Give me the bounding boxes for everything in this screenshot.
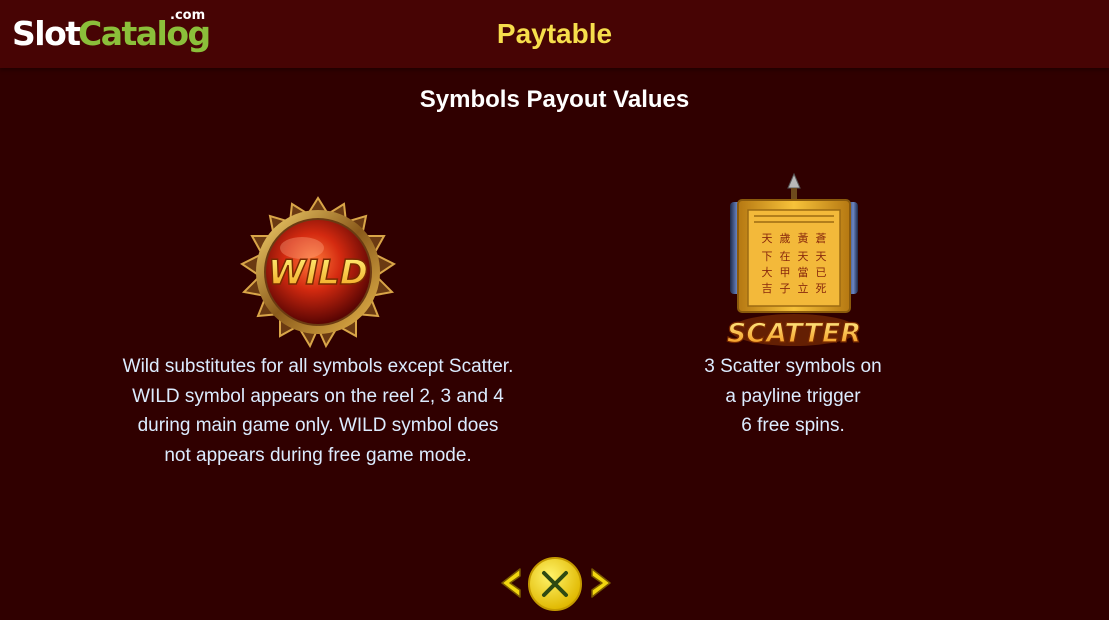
scatter-description-line: 3 Scatter symbols on [704,356,882,377]
scroll-glyph: 已 [816,266,827,279]
scroll-glyph: 天 [798,250,809,263]
scroll-glyph: 天 [762,232,773,245]
scroll-glyph: 立 [798,281,809,295]
scatter-symbol-label: SCATTER [727,318,861,349]
scroll-glyph: 甲 [780,266,791,279]
wild-description-line: WILD symbol appears on the reel 2, 3 and… [132,385,504,407]
scroll-glyph: 大 [762,265,773,279]
scatter-description-line: a payline trigger [725,385,861,407]
scroll-glyph: 當 [798,266,809,279]
header-bar: Slot Catalog .com Paytable [0,0,1109,68]
scroll-glyph: 下 [762,250,773,263]
scroll-glyph: 黃 [798,232,809,245]
close-paytable-button[interactable] [527,556,583,612]
scroll-glyph: 死 [816,282,827,295]
scroll-glyph: 子 [780,282,791,295]
close-x-icon [528,557,582,611]
scroll-glyph: 蒼 [816,232,827,245]
scatter-description-line: 6 free spins. [741,415,845,436]
wild-description-line: Wild substitutes for all symbols except … [122,356,514,377]
chevron-left-icon [501,568,521,598]
wild-description-line: during main game only. WILD symbol does [137,415,499,436]
scatter-description: 3 Scatter symbols on a payline trigger 6… [643,352,943,441]
next-page-button[interactable] [586,566,614,600]
scroll-glyph: 吉 [762,282,773,295]
scroll-glyph: 歲 [780,231,791,245]
wild-symbol-image: WILD [234,192,402,352]
section-title: Symbols Payout Values [419,86,690,113]
page-title: Paytable [496,18,613,49]
wild-description-line: not appears during free game mode. [164,444,472,466]
wild-symbol-label: WILD [268,253,368,293]
prev-page-button[interactable] [498,566,526,600]
scroll-glyph: 在 [780,250,791,263]
scatter-symbol-image: 天 歲 黃 蒼 下 在 天 天 大 甲 當 已 吉 子 立 死 SCATTER [724,172,864,350]
wild-description: Wild substitutes for all symbols except … [88,352,548,470]
chevron-right-icon [591,568,611,598]
scroll-glyph: 天 [816,250,827,263]
